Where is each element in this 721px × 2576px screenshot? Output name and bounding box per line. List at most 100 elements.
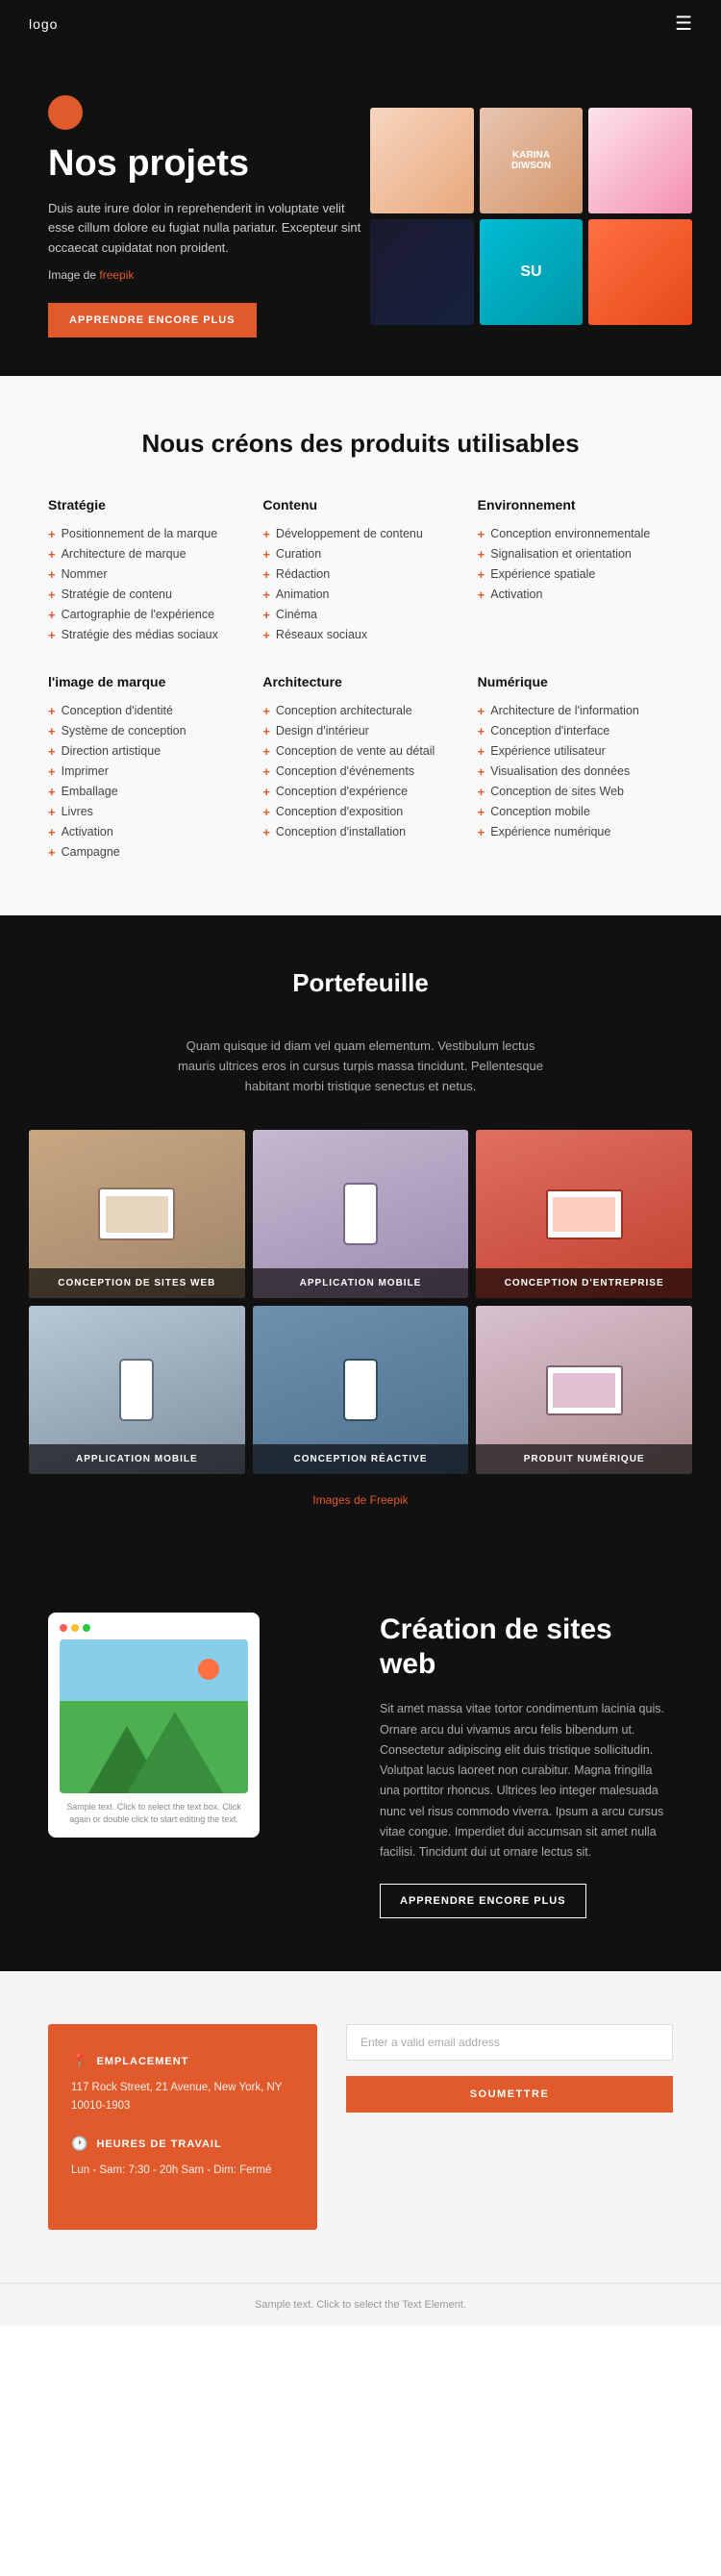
list-item: Conception d'événements [262,762,458,782]
list-item: Activation [48,822,243,842]
portfolio-label-2: APPLICATION MOBILE [253,1268,469,1298]
contact-info: 📍 EMPLACEMENT 117 Rock Street, 21 Avenue… [48,2024,317,2229]
list-item: Nommer [48,564,243,585]
mockup-sun [198,1659,219,1680]
hero-image-4 [370,219,474,325]
list-item: Cartographie de l'expérience [48,605,243,625]
list-item: Conception de vente au détail [262,741,458,762]
portfolio-label-4: APPLICATION MOBILE [29,1444,245,1474]
hero-images: KARINADIWSON SU [370,108,692,325]
web-creation-cta-button[interactable]: APPRENDRE ENCORE PLUS [380,1884,586,1918]
portfolio-description: Quam quisque id diam vel quam elementum.… [168,1037,553,1096]
service-col-environnement: Environnement Conception environnemental… [478,497,673,645]
list-item: Système de conception [48,721,243,741]
header: logo ☰ [0,0,721,47]
list-item: Réseaux sociaux [262,625,458,645]
hero-description: Duis aute irure dolor in reprehenderit i… [48,199,370,259]
email-field[interactable] [346,2024,673,2061]
clock-icon: 🕐 [71,2136,88,2152]
hero-cta-button[interactable]: APPRENDRE ENCORE PLUS [48,303,257,338]
portfolio-title: Portefeuille [29,968,692,998]
portfolio-item-1[interactable]: CONCEPTION DE SITES WEB [29,1130,245,1298]
contact-section: 📍 EMPLACEMENT 117 Rock Street, 21 Avenue… [0,1971,721,2282]
footer: Sample text. Click to select the Text El… [0,2283,721,2326]
portfolio-credit: Images de Freepik [29,1493,692,1507]
mockup-scene [60,1639,248,1793]
portfolio-label-6: PRODUIT NUMÉRIQUE [476,1444,692,1474]
portfolio-credit-text: Images de [312,1493,369,1507]
service-col-contenu: Contenu Développement de contenu Curatio… [262,497,458,645]
list-item: Conception architecturale [262,701,458,721]
list-item: Conception d'interface [478,721,673,741]
service-list-2: Développement de contenu Curation Rédact… [262,524,458,645]
list-item: Conception d'exposition [262,802,458,822]
portfolio-item-3[interactable]: CONCEPTION D'ENTREPRISE [476,1130,692,1298]
mockup-bar [60,1624,248,1632]
list-item: Expérience utilisateur [478,741,673,762]
portfolio-label-1: CONCEPTION DE SITES WEB [29,1268,245,1298]
portfolio-credit-link[interactable]: Freepik [370,1493,409,1507]
mockup-dot-red [60,1624,67,1632]
contact-hours-text: Lun - Sam: 7:30 - 20h Sam - Dim: Fermé [71,2162,294,2179]
list-item: Design d'intérieur [262,721,458,741]
list-item: Conception d'identité [48,701,243,721]
list-item: Conception d'expérience [262,782,458,802]
web-mockup: Sample text. Click to select the text bo… [48,1613,260,1837]
services-grid: Stratégie Positionnement de la marque Ar… [48,497,673,863]
contact-location-label: EMPLACEMENT [96,2056,188,2067]
mockup-dot-yellow [71,1624,79,1632]
contact-location-text: 117 Rock Street, 21 Avenue, New York, NY… [71,2079,294,2114]
submit-button[interactable]: SOUMETTRE [346,2076,673,2113]
hero-image-1 [370,108,474,213]
web-creation-section: Sample text. Click to select the text bo… [0,1560,721,1971]
contact-hours-label: HEURES DE TRAVAIL [96,2138,221,2150]
hero-dot [48,95,83,130]
portfolio-label-3: CONCEPTION D'ENTREPRISE [476,1268,692,1298]
portfolio-item-6[interactable]: PRODUIT NUMÉRIQUE [476,1306,692,1474]
footer-text: Sample text. Click to select the Text El… [48,2299,673,2311]
mockup-content [60,1639,248,1793]
hero-image-2: KARINADIWSON [480,108,584,213]
list-item: Livres [48,802,243,822]
portfolio-item-4[interactable]: APPLICATION MOBILE [29,1306,245,1474]
list-item: Stratégie de contenu [48,585,243,605]
service-list-3: Conception environnementale Signalisatio… [478,524,673,605]
portfolio-item-2[interactable]: APPLICATION MOBILE [253,1130,469,1298]
list-item: Conception environnementale [478,524,673,544]
service-heading-5: Architecture [262,674,458,689]
list-item: Conception mobile [478,802,673,822]
contact-form-container: SOUMETTRE [346,2024,673,2229]
list-item: Expérience numérique [478,822,673,842]
mockup-mountain-2 [127,1712,223,1793]
web-creation-content: Création de sites web Sit amet massa vit… [380,1613,673,1918]
list-item: Signalisation et orientation [478,544,673,564]
contact-location-block: 📍 EMPLACEMENT 117 Rock Street, 21 Avenue… [71,2053,294,2114]
list-item: Direction artistique [48,741,243,762]
service-heading-3: Environnement [478,497,673,513]
service-heading-4: l'image de marque [48,674,243,689]
list-item: Cinéma [262,605,458,625]
list-item: Campagne [48,842,243,863]
portfolio-item-5[interactable]: CONCEPTION RÉACTIVE [253,1306,469,1474]
hamburger-icon[interactable]: ☰ [675,12,692,36]
service-col-image-marque: l'image de marque Conception d'identité … [48,674,243,863]
list-item: Développement de contenu [262,524,458,544]
hero-title: Nos projets [48,143,370,186]
portfolio-grid: CONCEPTION DE SITES WEB APPLICATION MOBI… [29,1130,692,1474]
list-item: Architecture de l'information [478,701,673,721]
portfolio-section: Portefeuille Quam quisque id diam vel qu… [0,915,721,1560]
web-creation-visual: Sample text. Click to select the text bo… [48,1613,341,1837]
logo: logo [29,16,58,32]
service-heading-6: Numérique [478,674,673,689]
service-list-6: Architecture de l'information Conception… [478,701,673,842]
hero-image-credit: Image de freepik [48,268,370,282]
contact-form: SOUMETTRE [346,2024,673,2113]
hero-credit-link[interactable]: freepik [99,268,134,282]
list-item: Imprimer [48,762,243,782]
web-creation-title: Création de sites web [380,1613,673,1682]
list-item: Architecture de marque [48,544,243,564]
list-item: Conception de sites Web [478,782,673,802]
services-section: Nous créons des produits utilisables Str… [0,376,721,915]
service-list-4: Conception d'identité Système de concept… [48,701,243,863]
hero-image-6 [588,219,692,325]
